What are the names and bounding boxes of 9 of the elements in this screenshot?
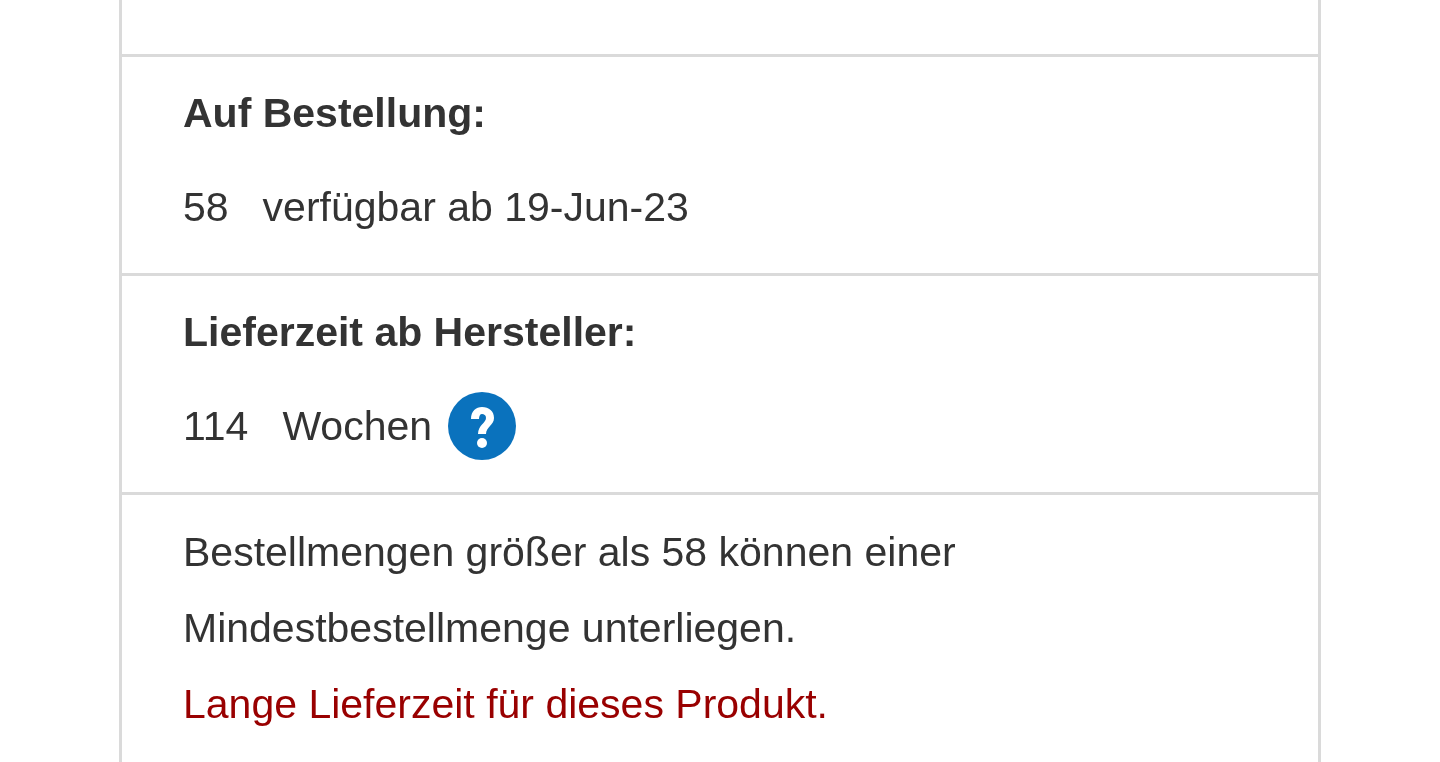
availability-text: verfügbar ab 19-Jun-23	[262, 183, 689, 231]
note-text: Bestellmengen größer als 58 können einer Mindestbestellmenge unterliegen.	[183, 528, 957, 653]
quantity: 58	[183, 183, 229, 231]
warning-text: Lange Lieferzeit für dieses Produkt.	[183, 680, 829, 729]
help-icon[interactable]	[448, 392, 517, 460]
quantity: 114	[183, 402, 249, 450]
section-heading: Auf Bestellung:	[183, 89, 487, 138]
availability-text: Wochen	[282, 402, 433, 450]
section-heading: Lieferzeit ab Hersteller:	[183, 308, 638, 357]
